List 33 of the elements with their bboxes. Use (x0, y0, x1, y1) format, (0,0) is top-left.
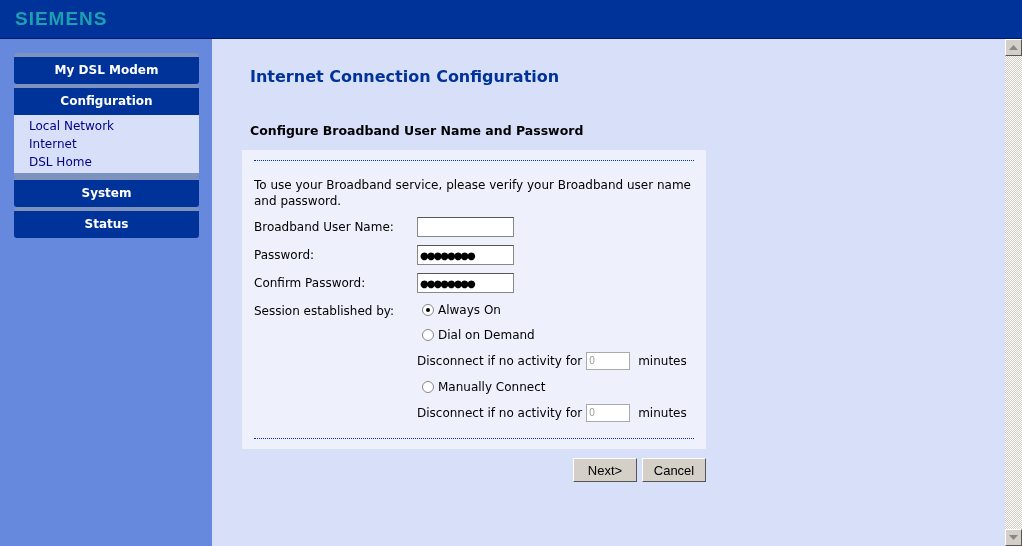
field-label: Broadband User Name: (254, 219, 395, 236)
nav-section[interactable]: Configuration (14, 84, 199, 115)
intro-text: To use your Broadband service, please verify your Broadband user name and password. (254, 177, 692, 209)
nav-link[interactable]: Local Network (29, 117, 199, 135)
field-label: Confirm Password: (254, 275, 367, 292)
nav-section[interactable]: Status (14, 207, 199, 238)
unit-label: minutes (638, 353, 687, 368)
scroll-up-icon[interactable] (1005, 39, 1022, 56)
field-label: Password: (254, 247, 316, 264)
option-label: Disconnect if no activity for (417, 405, 583, 420)
unit-label: minutes (638, 405, 687, 420)
radio-button[interactable] (422, 380, 434, 393)
scrollbar[interactable] (1005, 39, 1022, 546)
nav-section[interactable]: My DSL Modem (14, 53, 199, 84)
nav-section[interactable]: System (14, 176, 199, 207)
radio-button[interactable] (422, 303, 434, 316)
action-button[interactable]: Next> (573, 458, 637, 482)
action-button[interactable]: Cancel (642, 458, 706, 482)
radio-button[interactable] (422, 328, 434, 341)
radio-label: Manually Connect (438, 379, 546, 394)
scroll-down-icon[interactable] (1005, 529, 1022, 546)
radio-label: Dial on Demand (438, 327, 535, 342)
input-field[interactable] (417, 217, 514, 237)
option-label: Disconnect if no activity for (417, 353, 583, 368)
field-label: Session established by: (254, 303, 396, 320)
nav-link[interactable]: DSL Home (29, 153, 199, 171)
nav-link[interactable]: Internet (29, 135, 199, 153)
radio-label: Always On (438, 302, 501, 317)
page-title: Internet Connection Configuration (250, 67, 561, 86)
input-field[interactable]: ●●●●●●●● (417, 245, 514, 265)
section-title: Configure Broadband User Name and Password (250, 123, 585, 138)
input-field[interactable]: ●●●●●●●● (417, 273, 514, 293)
logo: SIEMENS (15, 8, 108, 30)
